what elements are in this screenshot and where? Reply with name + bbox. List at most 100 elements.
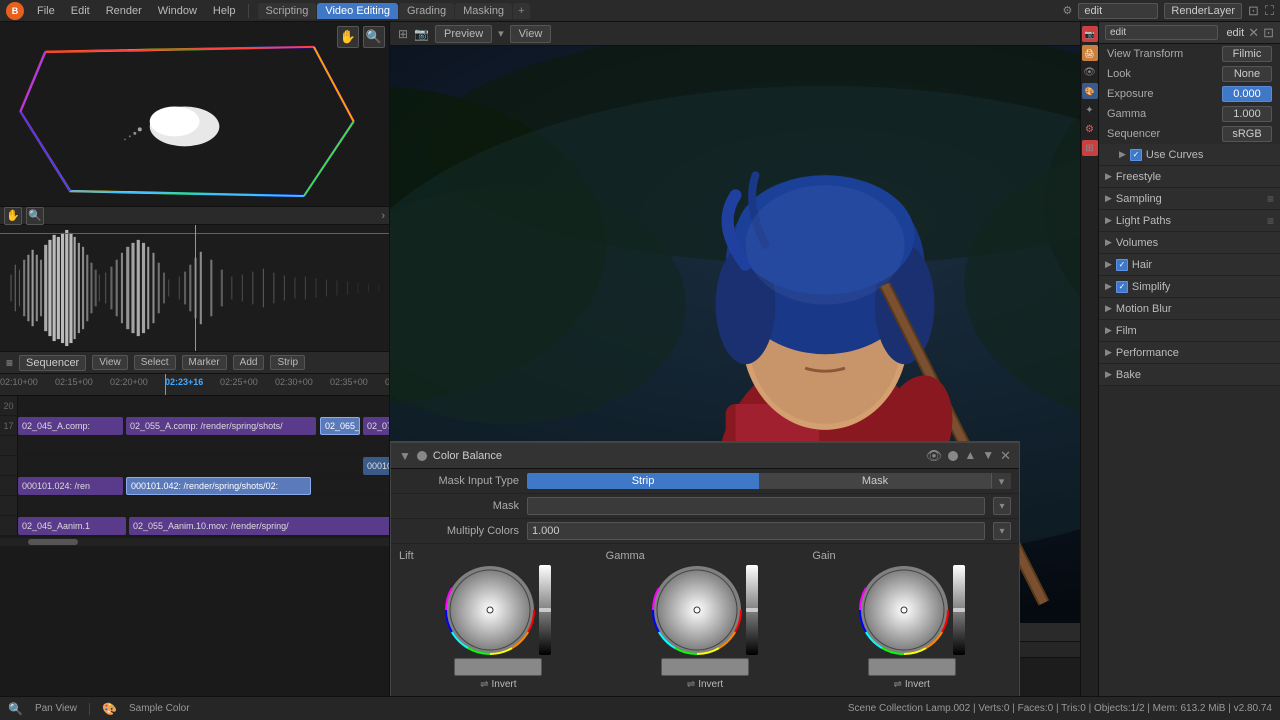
tab-masking[interactable]: Masking xyxy=(455,3,512,19)
gain-invert-btn[interactable]: Invert xyxy=(905,679,930,690)
rp-icon-color[interactable]: 🎨 xyxy=(1082,83,1098,99)
gamma-strip[interactable] xyxy=(746,565,758,655)
menu-render[interactable]: Render xyxy=(99,3,149,19)
gamma-wheel[interactable] xyxy=(652,565,742,655)
cb-vis-icon[interactable]: 👁 xyxy=(926,448,943,464)
waveform-grab[interactable]: ✋ xyxy=(4,207,22,225)
preview-mode-btn[interactable]: Preview xyxy=(435,25,492,43)
rp-icon-particles[interactable]: ✦ xyxy=(1082,102,1098,118)
timeline-cursor-wf xyxy=(195,225,196,351)
section-bake[interactable]: ▶ Bake xyxy=(1099,364,1280,386)
section-freestyle[interactable]: ▶ Freestyle xyxy=(1099,166,1280,188)
track-num-17: 17 xyxy=(0,416,18,435)
app-icon[interactable]: B xyxy=(6,2,24,20)
zoom-tool[interactable]: 🔍 xyxy=(363,26,385,48)
seq-select-btn[interactable]: Select xyxy=(134,355,176,370)
look-value[interactable]: None xyxy=(1222,66,1272,82)
preview-dropdown-icon[interactable]: ▾ xyxy=(498,27,504,40)
gain-wheel[interactable] xyxy=(859,565,949,655)
mit-options[interactable]: ▾ xyxy=(991,473,1011,489)
section-performance[interactable]: ▶ Performance xyxy=(1099,342,1280,364)
seq-cursor xyxy=(165,374,166,395)
tab-scripting[interactable]: Scripting xyxy=(258,3,317,19)
rp-expand-icon[interactable]: ⊡ xyxy=(1263,25,1274,41)
mask-options[interactable]: ▾ xyxy=(993,497,1011,515)
tab-grading[interactable]: Grading xyxy=(399,3,454,19)
cb-toggle[interactable]: ▼ xyxy=(399,449,411,463)
render-layer-selector[interactable]: RenderLayer xyxy=(1164,3,1242,19)
seq-add-btn[interactable]: Add xyxy=(233,355,265,370)
clip-0207[interactable]: 02_07 xyxy=(363,417,389,435)
curves-checkbox[interactable]: ✓ xyxy=(1130,149,1142,161)
gain-strip[interactable] xyxy=(953,565,965,655)
seq-timeline: 02:10+00 02:15+00 02:20+00 02:23+16 02:2… xyxy=(0,374,389,396)
strip-btn[interactable]: Strip xyxy=(527,473,759,489)
lift-invert-btn[interactable]: Invert xyxy=(492,679,517,690)
clip-02055[interactable]: 02_055_A.comp: /render/spring/shots/ xyxy=(126,417,316,435)
rp-icon-camera[interactable]: 📷 xyxy=(1082,26,1098,42)
mask-input[interactable] xyxy=(527,497,985,515)
maximize-icon[interactable]: ⊡ xyxy=(1248,3,1259,19)
seq-label[interactable]: Sequencer xyxy=(19,355,86,371)
fs-arrow: ▶ xyxy=(1105,171,1112,182)
simp-checkbox[interactable]: ✓ xyxy=(1116,281,1128,293)
seq-marker-btn[interactable]: Marker xyxy=(182,355,227,370)
cb-up-icon[interactable]: ▲ xyxy=(964,448,976,464)
waveform-expand[interactable]: › xyxy=(381,210,385,222)
rp-icon-view[interactable]: 👁 xyxy=(1082,64,1098,80)
exp-value[interactable]: 0.000 xyxy=(1222,86,1272,102)
menu-help[interactable]: Help xyxy=(206,3,243,19)
menu-file[interactable]: File xyxy=(30,3,62,19)
clip-000101042[interactable]: 000101.042: /render/spring/shots/02: xyxy=(126,477,311,495)
section-motion-blur[interactable]: ▶ Motion Blur xyxy=(1099,298,1280,320)
section-use-curves[interactable]: ▶ ✓ Use Curves xyxy=(1099,144,1280,166)
section-volumes[interactable]: ▶ Volumes xyxy=(1099,232,1280,254)
clip-02045aanim[interactable]: 02_045_Aanim.1 xyxy=(18,517,126,535)
section-light-paths[interactable]: ▶ Light Paths ≡ xyxy=(1099,210,1280,232)
lift-strip[interactable] xyxy=(539,565,551,655)
clip-02045[interactable]: 02_045_A.comp: xyxy=(18,417,123,435)
fullscreen-icon[interactable]: ⛶ xyxy=(1265,3,1274,19)
seq-view-btn[interactable]: View xyxy=(92,355,128,370)
tab-video-editing[interactable]: Video Editing xyxy=(317,3,398,19)
cb-down-icon[interactable]: ▼ xyxy=(982,448,994,464)
sample-color-label: Sample Color xyxy=(129,703,190,714)
section-film[interactable]: ▶ Film xyxy=(1099,320,1280,342)
clip-000101024[interactable]: 000101.024: /ren xyxy=(18,477,123,495)
mc-options[interactable]: ▾ xyxy=(993,522,1011,540)
tab-add[interactable]: + xyxy=(513,3,529,19)
mode-input[interactable] xyxy=(1078,3,1158,19)
hair-checkbox[interactable]: ✓ xyxy=(1116,259,1128,271)
menu-edit[interactable]: Edit xyxy=(64,3,97,19)
section-simplify[interactable]: ▶ ✓ Simplify xyxy=(1099,276,1280,298)
clip-02055aanim[interactable]: 02_055_Aanim.10.mov: /render/spring/ xyxy=(129,517,389,535)
seq-scroll-thumb[interactable] xyxy=(28,539,78,545)
seq-scrollbar[interactable] xyxy=(0,538,389,546)
view-transform-row: View Transform Filmic xyxy=(1099,44,1280,64)
cb-close-icon[interactable]: ✕ xyxy=(1000,448,1011,464)
preview-view-btn[interactable]: View xyxy=(510,25,552,43)
mask-btn[interactable]: Mask xyxy=(759,473,991,489)
waveform-zoom[interactable]: 🔍 xyxy=(26,207,44,225)
seq-strip-btn[interactable]: Strip xyxy=(270,355,305,370)
section-hair[interactable]: ▶ ✓ Hair xyxy=(1099,254,1280,276)
cb-dot2[interactable] xyxy=(948,451,958,461)
look-row: Look None xyxy=(1099,64,1280,84)
section-sampling[interactable]: ▶ Sampling ≡ xyxy=(1099,188,1280,210)
mc-input[interactable]: 1.000 xyxy=(527,522,985,540)
rp-icon-output[interactable]: 🖨 xyxy=(1082,45,1098,61)
rp-icon-object[interactable]: ⊞ xyxy=(1082,140,1098,156)
clip-00010[interactable]: 00010 xyxy=(363,457,389,475)
rp-close-icon[interactable]: ✕ xyxy=(1248,25,1259,41)
vt-value[interactable]: Filmic xyxy=(1222,46,1272,62)
gamma-invert-btn[interactable]: Invert xyxy=(698,679,723,690)
gamma-value[interactable]: 1.000 xyxy=(1222,106,1272,122)
lift-wheel[interactable] xyxy=(445,565,535,655)
mit-buttons: Strip Mask ▾ xyxy=(527,473,1011,489)
rp-mode-input[interactable] xyxy=(1105,25,1218,40)
grab-tool[interactable]: ✋ xyxy=(337,26,359,48)
menu-window[interactable]: Window xyxy=(151,3,204,19)
clip-02065[interactable]: 02_065_ xyxy=(320,417,360,435)
rp-icon-physics[interactable]: ⚙ xyxy=(1082,121,1098,137)
seq-prop-value[interactable]: sRGB xyxy=(1222,126,1272,142)
